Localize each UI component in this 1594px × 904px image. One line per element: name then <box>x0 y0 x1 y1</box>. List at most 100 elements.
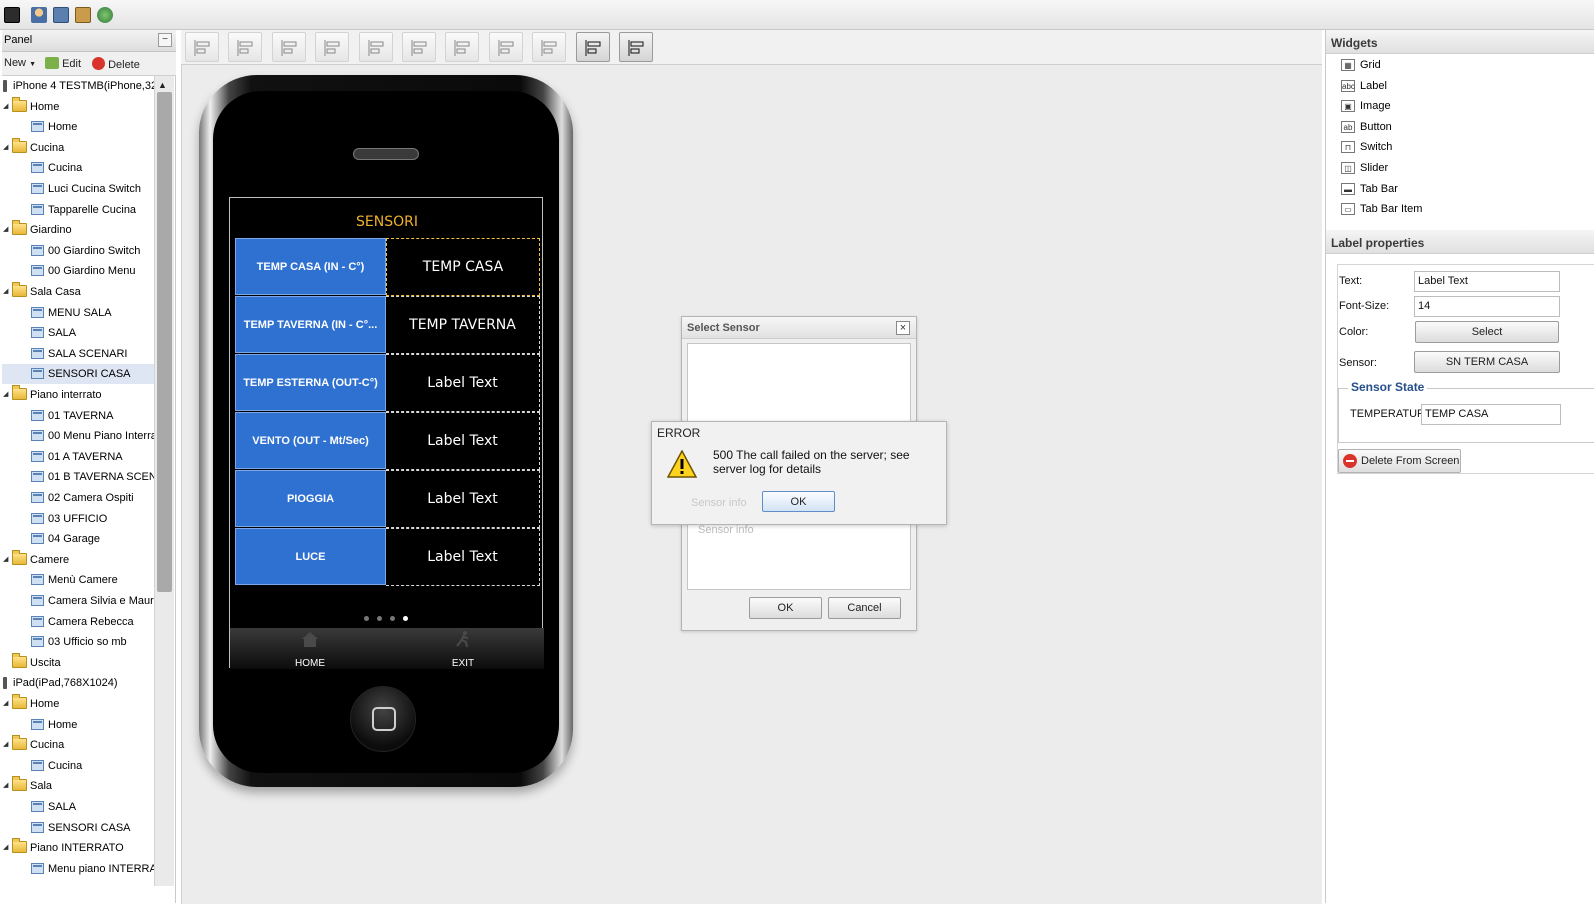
globe-icon[interactable] <box>97 7 113 23</box>
color-select-button[interactable]: Select <box>1415 321 1559 343</box>
temperature-input[interactable]: TEMP CASA <box>1421 404 1561 425</box>
tree-item[interactable]: 00 Giardino Switch <box>2 241 154 261</box>
sensor-button[interactable]: LUCE <box>235 528 386 585</box>
text-input[interactable]: Label Text <box>1414 271 1560 292</box>
tree-item[interactable]: ◢ Piano interrato <box>2 385 154 405</box>
align-top-button[interactable] <box>315 32 350 62</box>
delete-from-screen-button[interactable]: Delete From Screen <box>1338 449 1461 473</box>
scroll-up-icon[interactable]: ▲ <box>158 80 167 90</box>
tree-item[interactable]: ◢ Cucina <box>2 137 154 158</box>
tree-item[interactable]: ◢ Cucina <box>2 735 154 755</box>
tree-scrollbar[interactable]: ▲ <box>154 76 174 886</box>
align-left-button[interactable] <box>185 32 219 62</box>
expand-arrow-icon[interactable]: ◢ <box>3 776 8 796</box>
book-icon[interactable] <box>75 7 91 23</box>
distribute-h-space-button[interactable] <box>488 32 523 62</box>
tree-item[interactable]: Home <box>2 117 154 137</box>
tree-item[interactable]: SENSORI CASA <box>2 364 154 385</box>
select-cancel-button[interactable]: Cancel <box>828 597 901 619</box>
tree-item[interactable]: 01 B TAVERNA SCEN. <box>2 467 154 487</box>
collapse-panel-button[interactable]: − <box>158 33 172 47</box>
tree-item[interactable]: SALA SCENARI <box>2 344 154 364</box>
sensor-value-label[interactable]: TEMP TAVERNA <box>386 296 540 354</box>
sensor-value-label[interactable]: Label Text <box>386 412 540 470</box>
screen-title[interactable]: SENSORI <box>230 214 544 230</box>
tree-item[interactable]: ◢ Giardino <box>2 220 154 240</box>
tree-item[interactable]: ◢ Camere <box>2 549 154 570</box>
tree-item[interactable]: 03 Ufficio so mb <box>2 632 154 652</box>
sensor-value-label[interactable]: Label Text <box>386 470 540 528</box>
shrink-h-button[interactable] <box>575 32 610 62</box>
close-icon[interactable]: × <box>896 321 910 335</box>
sensor-select-button[interactable]: SN TERM CASA <box>1414 351 1560 373</box>
tree-item[interactable]: 02 Camera Ospiti <box>2 488 154 508</box>
user-icon[interactable] <box>31 7 47 23</box>
expand-arrow-icon[interactable]: ◢ <box>3 694 8 714</box>
tree-item[interactable]: Tapparelle Cucina <box>2 200 154 220</box>
tree-item[interactable]: Home <box>2 715 154 735</box>
save-icon[interactable] <box>53 7 69 23</box>
new-menu-button[interactable]: New ▼ <box>4 57 36 69</box>
sensor-button[interactable]: TEMP CASA (IN - C°) <box>235 238 386 295</box>
tree-item[interactable]: ◢ Piano INTERRATO <box>2 838 154 858</box>
shrink-v-button[interactable] <box>619 32 653 62</box>
tree-item[interactable]: SALA <box>2 797 154 817</box>
expand-arrow-icon[interactable]: ◢ <box>3 138 8 158</box>
tree-item[interactable]: 01 TAVERNA <box>2 406 154 426</box>
distribute-v-button[interactable] <box>532 32 567 62</box>
tree-item[interactable]: SALA <box>2 323 154 343</box>
tree-item[interactable]: ◢ Home <box>2 96 154 117</box>
tree-item-label: Cucina <box>48 162 83 175</box>
tree-item[interactable]: 01 A TAVERNA <box>2 447 154 467</box>
tree-item[interactable]: 00 Menu Piano Interrat <box>2 426 154 446</box>
tree-item[interactable]: 04 Garage <box>2 529 154 549</box>
shrink-h-icon <box>585 40 601 56</box>
app-logo-icon[interactable] <box>4 7 20 23</box>
tree-item[interactable]: Camera Silvia e Mauriz <box>2 591 154 611</box>
tree-item[interactable]: Cucina <box>2 158 154 178</box>
scrollbar-thumb[interactable] <box>157 92 172 592</box>
error-ok-button[interactable]: OK <box>762 491 835 512</box>
align-right-button[interactable] <box>271 32 306 62</box>
tree-item[interactable]: MENU SALA <box>2 303 154 323</box>
tab-exit[interactable]: EXIT <box>413 628 513 669</box>
sensor-button[interactable]: TEMP ESTERNA (OUT-C°) <box>235 354 386 411</box>
expand-arrow-icon[interactable]: ◢ <box>3 282 8 302</box>
tree-item[interactable]: Uscita <box>2 652 154 673</box>
expand-arrow-icon[interactable]: ◢ <box>3 97 8 117</box>
tree-item[interactable]: Camera Rebecca <box>2 612 154 632</box>
align-middle-button[interactable] <box>358 32 393 62</box>
tree-item[interactable]: ◢ Sala Casa <box>2 282 154 302</box>
tree-item[interactable]: SENSORI CASA <box>2 818 154 838</box>
tree-item[interactable]: ◢ Home <box>2 694 154 714</box>
expand-arrow-icon[interactable]: ◢ <box>3 385 8 405</box>
select-ok-button[interactable]: OK <box>749 597 822 619</box>
sensor-value-label[interactable]: Label Text <box>386 354 540 412</box>
edit-button[interactable]: Edit <box>45 57 81 70</box>
sensor-value-label[interactable]: TEMP CASA <box>386 238 540 296</box>
expand-arrow-icon[interactable]: ◢ <box>3 838 8 858</box>
tree-item[interactable]: iPhone 4 TESTMB(iPhone,320... <box>2 76 154 96</box>
tree-item[interactable]: Luci Cucina Switch <box>2 179 154 199</box>
tree-item[interactable]: Cucina <box>2 756 154 776</box>
tree-item[interactable]: iPad(iPad,768X1024) <box>2 673 154 693</box>
tree-item[interactable]: ◢ Sala <box>2 776 154 796</box>
sensor-button[interactable]: PIOGGIA <box>235 470 386 527</box>
iphone-screen[interactable]: SENSORI TEMP CASA (IN - C°) TEMP CASA TEMP… <box>229 197 544 669</box>
tree-item[interactable]: Menù Camere <box>2 570 154 590</box>
delete-button[interactable]: Delete <box>92 57 140 71</box>
tree-item[interactable]: Menu piano INTERRAT <box>2 859 154 879</box>
font-size-input[interactable]: 14 <box>1414 296 1560 317</box>
expand-arrow-icon[interactable]: ◢ <box>3 735 8 755</box>
expand-arrow-icon[interactable]: ◢ <box>3 550 8 570</box>
sensor-button[interactable]: TEMP TAVERNA (IN - C°... <box>235 296 386 353</box>
tree-item[interactable]: 03 UFFICIO <box>2 509 154 529</box>
align-center-h-button[interactable] <box>228 32 263 62</box>
expand-arrow-icon[interactable]: ◢ <box>3 220 8 240</box>
tree-item[interactable]: 00 Giardino Menu <box>2 261 154 281</box>
align-bottom-button[interactable] <box>402 32 436 62</box>
sensor-button[interactable]: VENTO (OUT - Mt/Sec) <box>235 412 386 469</box>
distribute-h-button[interactable] <box>445 32 480 62</box>
tab-home[interactable]: HOME <box>260 628 360 669</box>
sensor-value-label[interactable]: Label Text <box>386 528 540 586</box>
